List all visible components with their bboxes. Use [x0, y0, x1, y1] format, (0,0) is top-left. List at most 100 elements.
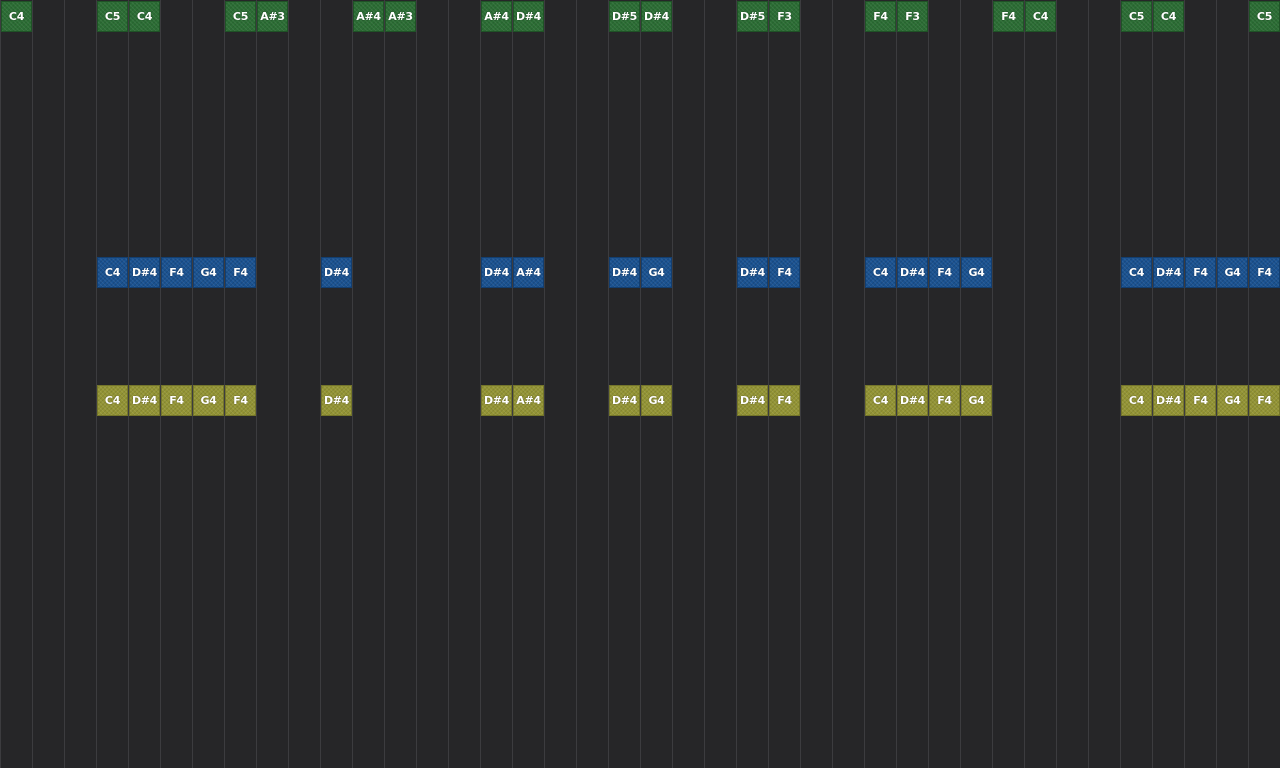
note-block[interactable]: D#4 [737, 257, 768, 288]
note-block[interactable]: C4 [129, 1, 160, 32]
note-block[interactable]: F4 [865, 1, 896, 32]
note-block[interactable]: D#5 [737, 1, 768, 32]
note-label: G4 [648, 394, 665, 407]
note-block[interactable]: C5 [97, 1, 128, 32]
note-block[interactable]: D#4 [897, 385, 928, 416]
note-label: F4 [1193, 394, 1208, 407]
note-block[interactable]: A#3 [385, 1, 416, 32]
note-block[interactable]: D#4 [129, 257, 160, 288]
note-block[interactable]: F4 [161, 385, 192, 416]
note-block[interactable]: G4 [193, 385, 224, 416]
note-label: C4 [872, 266, 889, 279]
note-block[interactable]: D#4 [737, 385, 768, 416]
note-block[interactable]: C5 [1121, 1, 1152, 32]
note-block[interactable]: F4 [225, 385, 256, 416]
note-block[interactable]: G4 [193, 257, 224, 288]
note-label: C4 [1032, 10, 1049, 23]
note-block[interactable]: C4 [1025, 1, 1056, 32]
piano-roll-grid[interactable]: C4 C5 C4 C5 A#3 A#4 A#3 A#4 D#4 D#5 D#4 D#5 F3 F4 F3 F4… [0, 0, 1280, 768]
note-label: F4 [1257, 266, 1272, 279]
note-block[interactable]: F3 [897, 1, 928, 32]
note-label: G4 [1224, 394, 1241, 407]
note-label: F4 [937, 394, 952, 407]
note-block[interactable]: D#4 [641, 1, 672, 32]
note-block[interactable]: C5 [1249, 1, 1280, 32]
note-block[interactable]: F4 [1249, 257, 1280, 288]
note-block[interactable]: C4 [1121, 385, 1152, 416]
note-block[interactable]: F4 [929, 385, 960, 416]
note-block[interactable]: C4 [1, 1, 32, 32]
note-label: D#4 [483, 266, 510, 279]
note-label: F4 [1257, 394, 1272, 407]
note-label: D#4 [739, 266, 766, 279]
note-block[interactable]: D#4 [481, 257, 512, 288]
note-label: G4 [1224, 266, 1241, 279]
note-block[interactable]: C4 [1121, 257, 1152, 288]
note-block[interactable]: A#4 [353, 1, 384, 32]
note-block[interactable]: F4 [769, 385, 800, 416]
note-block[interactable]: F4 [1185, 257, 1216, 288]
note-block[interactable]: D#4 [1153, 257, 1184, 288]
note-block[interactable]: D#4 [1153, 385, 1184, 416]
note-block[interactable]: D#4 [129, 385, 160, 416]
note-block[interactable]: F4 [769, 257, 800, 288]
note-label: C5 [104, 10, 121, 23]
note-label: D#4 [899, 394, 926, 407]
note-label: D#4 [131, 266, 158, 279]
note-block[interactable]: A#4 [481, 1, 512, 32]
note-label: F4 [169, 266, 184, 279]
note-label: G4 [648, 266, 665, 279]
note-block[interactable]: D#4 [513, 1, 544, 32]
note-block[interactable]: D#4 [481, 385, 512, 416]
note-block[interactable]: G4 [641, 257, 672, 288]
note-block[interactable]: D#4 [609, 257, 640, 288]
note-label: A#3 [388, 10, 413, 23]
note-block[interactable]: D#4 [609, 385, 640, 416]
note-label: D#4 [739, 394, 766, 407]
note-block[interactable]: F4 [161, 257, 192, 288]
note-block[interactable]: A#4 [513, 385, 544, 416]
note-label: C4 [872, 394, 889, 407]
note-block[interactable]: C4 [865, 257, 896, 288]
note-block[interactable]: G4 [641, 385, 672, 416]
note-block[interactable]: G4 [1217, 257, 1248, 288]
note-block[interactable]: D#4 [897, 257, 928, 288]
note-label: C4 [104, 266, 121, 279]
note-block[interactable]: F4 [225, 257, 256, 288]
note-block[interactable]: G4 [1217, 385, 1248, 416]
note-block[interactable]: F4 [929, 257, 960, 288]
note-block[interactable]: C4 [97, 385, 128, 416]
note-block[interactable]: A#4 [513, 257, 544, 288]
note-label: F4 [873, 10, 888, 23]
note-block[interactable]: G4 [961, 257, 992, 288]
note-label: C5 [1256, 10, 1273, 23]
note-block[interactable]: C4 [865, 385, 896, 416]
note-label: C4 [136, 10, 153, 23]
note-block[interactable]: C4 [1153, 1, 1184, 32]
note-block[interactable]: D#4 [321, 385, 352, 416]
note-label: F4 [777, 266, 792, 279]
note-label: F4 [233, 394, 248, 407]
note-block[interactable]: D#4 [321, 257, 352, 288]
note-label: F4 [169, 394, 184, 407]
note-label: G4 [968, 394, 985, 407]
note-label: F4 [1193, 266, 1208, 279]
note-label: C5 [232, 10, 249, 23]
note-label: A#3 [260, 10, 285, 23]
note-label: D#4 [323, 266, 350, 279]
note-block[interactable]: C4 [97, 257, 128, 288]
note-block[interactable]: C5 [225, 1, 256, 32]
note-block[interactable]: F4 [1185, 385, 1216, 416]
note-block[interactable]: D#5 [609, 1, 640, 32]
note-block[interactable]: F4 [1249, 385, 1280, 416]
note-block[interactable]: F3 [769, 1, 800, 32]
note-label: A#4 [516, 394, 541, 407]
note-label: D#4 [611, 266, 638, 279]
note-label: F4 [233, 266, 248, 279]
note-block[interactable]: F4 [993, 1, 1024, 32]
note-block[interactable]: A#3 [257, 1, 288, 32]
note-block[interactable]: G4 [961, 385, 992, 416]
note-layer: C4 C5 C4 C5 A#3 A#4 A#3 A#4 D#4 D#5 D#4 D#5 F3 F4 F3 F4… [0, 0, 1280, 768]
note-label: D#4 [643, 10, 670, 23]
note-label: D#5 [739, 10, 766, 23]
